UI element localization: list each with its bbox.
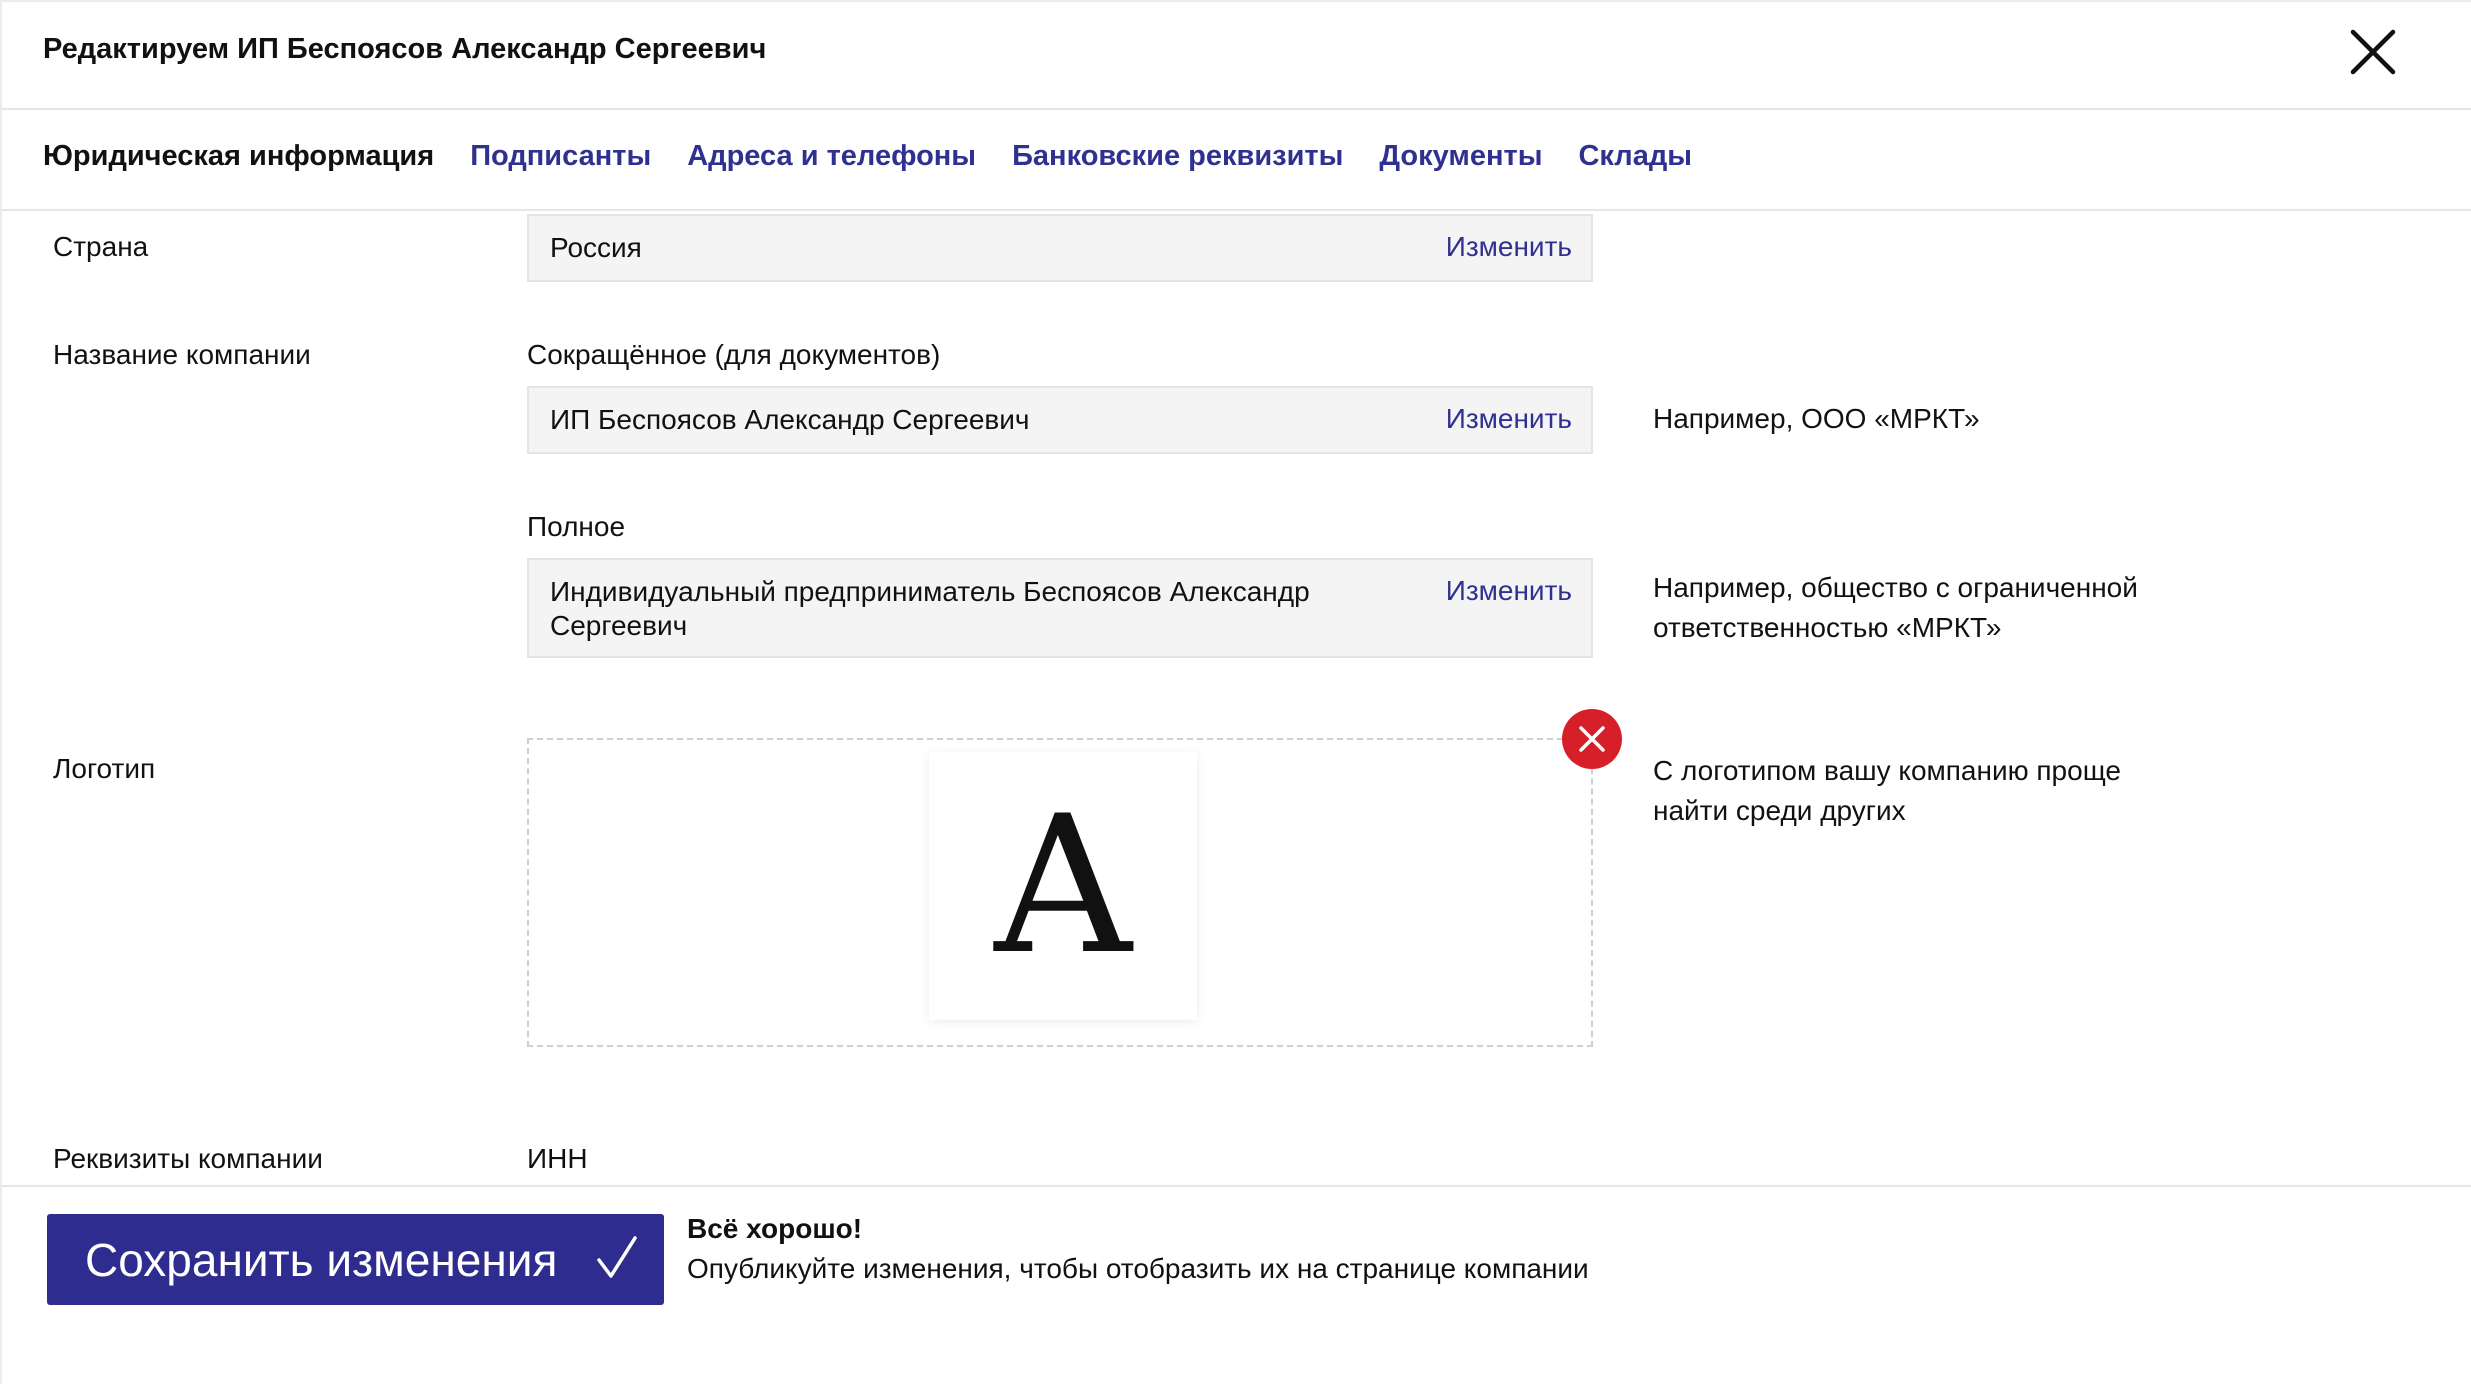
remove-icon (1579, 726, 1605, 752)
logo-hint: С логотипом вашу компанию проще найти ср… (1653, 755, 2121, 826)
short-name-value: ИП Беспоясов Александр Сергеевич (550, 404, 1030, 435)
status-text: Опубликуйте изменения, чтобы отобразить … (687, 1253, 1589, 1284)
company-name-label: Название компании (53, 339, 311, 370)
remove-logo-button[interactable] (1562, 709, 1622, 769)
inn-label: ИНН (527, 1143, 588, 1174)
tab-legal-info[interactable]: Юридическая информация (43, 140, 434, 173)
tab-addresses-phones[interactable]: Адреса и телефоны (687, 140, 976, 173)
tabs-bar: Юридическая информация Подписанты Адреса и… (43, 140, 1728, 180)
full-name-label: Полное (527, 511, 626, 542)
logo-letter: A (994, 775, 1132, 996)
modal-header: Редактируем ИП Беспоясов Александр Серге… (2, 2, 2471, 110)
requisites-label: Реквизиты компании (53, 1143, 323, 1174)
logo-dropzone[interactable]: A (527, 738, 1593, 1047)
tab-documents[interactable]: Документы (1379, 140, 1542, 173)
tab-warehouses[interactable]: Склады (1578, 140, 1692, 173)
logo-label: Логотип (53, 753, 156, 784)
checkmark-icon (597, 1236, 637, 1278)
modal-title: Редактируем ИП Беспоясов Александр Серге… (43, 33, 767, 65)
short-name-field: ИП Беспоясов Александр Сергеевич Изменит… (527, 386, 1593, 454)
save-button-label: Сохранить изменения (85, 1234, 558, 1286)
short-name-label: Сокращённое (для документов) (527, 339, 941, 370)
full-name-value: Индивидуальный предприниматель Беспоясов… (550, 576, 1310, 641)
tab-signatories[interactable]: Подписанты (470, 140, 651, 173)
logo-preview: A (929, 752, 1197, 1020)
footer-bar: Сохранить изменения Всё хорошо! Опублику… (2, 1185, 2471, 1388)
full-name-hint: Например, общество с ограниченной ответс… (1653, 572, 2138, 643)
save-changes-button[interactable]: Сохранить изменения (47, 1214, 664, 1305)
full-name-change-link[interactable]: Изменить (1446, 575, 1572, 607)
status-title: Всё хорошо! (687, 1213, 863, 1244)
country-field: Россия Изменить (527, 214, 1593, 282)
country-value: Россия (550, 232, 642, 263)
tabs-divider (2, 209, 2471, 211)
country-label: Страна (53, 231, 149, 262)
country-change-link[interactable]: Изменить (1446, 231, 1572, 263)
close-icon (2350, 29, 2396, 75)
edit-company-modal: Редактируем ИП Беспоясов Александр Серге… (0, 0, 2471, 1388)
full-name-field: Индивидуальный предприниматель Беспоясов… (527, 558, 1593, 658)
tab-bank-details[interactable]: Банковские реквизиты (1012, 140, 1343, 173)
short-name-hint: Например, ООО «МРКТ» (1653, 403, 1980, 434)
short-name-change-link[interactable]: Изменить (1446, 403, 1572, 435)
close-button[interactable] (2347, 26, 2399, 78)
